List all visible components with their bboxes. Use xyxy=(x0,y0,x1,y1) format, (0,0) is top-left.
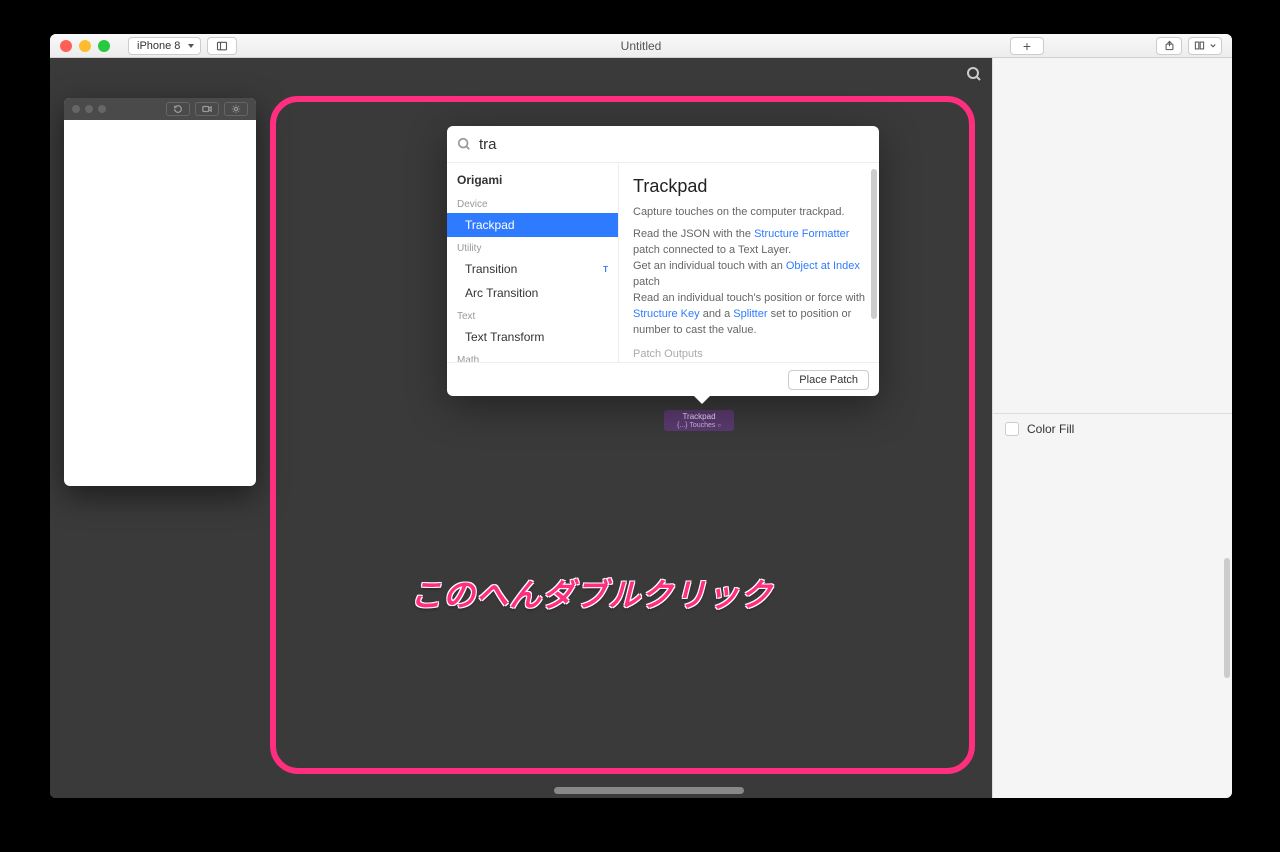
maximize-icon[interactable] xyxy=(98,40,110,52)
patch-node-title: Trackpad xyxy=(668,412,730,421)
patch-group-label: Utility xyxy=(447,237,618,257)
horizontal-scrollbar[interactable] xyxy=(554,787,744,794)
patch-list: Origami Device Trackpad Utility Transiti… xyxy=(447,163,619,362)
link-splitter[interactable]: Splitter xyxy=(733,308,767,320)
inspector-color-fill[interactable]: Color Fill xyxy=(993,414,1232,444)
viewer-restart-button[interactable] xyxy=(166,102,190,116)
canvas-search-icon[interactable] xyxy=(966,66,982,82)
search-input[interactable] xyxy=(479,136,869,153)
device-select-label: iPhone 8 xyxy=(137,40,180,52)
canvas[interactable]: このへんダブルクリック Trackpad {...} Touches Origa… xyxy=(50,58,992,798)
inspector-panel: Color Fill xyxy=(992,58,1232,798)
minimize-icon[interactable] xyxy=(79,40,91,52)
patch-node-output: {...} Touches xyxy=(668,422,730,429)
toolbar: iPhone 8 Untitled + xyxy=(50,34,1232,58)
patch-list-header: Origami xyxy=(447,167,618,193)
patch-group-label: Text xyxy=(447,305,618,325)
link-structure-key[interactable]: Structure Key xyxy=(633,308,700,320)
detail-summary: Capture touches on the computer trackpad… xyxy=(633,205,865,221)
detail-paragraph: Read the JSON with the Structure Formatt… xyxy=(633,227,865,339)
annotation-text: このへんダブルクリック xyxy=(410,570,773,616)
link-object-at-index[interactable]: Object at Index xyxy=(786,260,860,272)
viewer-dot-icon xyxy=(98,105,106,113)
viewer-dot-icon xyxy=(72,105,80,113)
app-window: iPhone 8 Untitled + xyxy=(50,34,1232,798)
scrollbar[interactable] xyxy=(871,169,877,319)
patch-group-label: Device xyxy=(447,193,618,213)
inspector-scrollbar[interactable] xyxy=(1224,558,1230,678)
search-icon xyxy=(457,137,471,151)
patch-item-arc-transition[interactable]: Arc Transition xyxy=(447,281,618,305)
viewer-settings-button[interactable] xyxy=(224,102,248,116)
shortcut-badge: T xyxy=(603,265,608,274)
view-mode-button[interactable] xyxy=(1188,37,1222,55)
outputs-label: Patch Outputs xyxy=(633,347,865,362)
inspector-label: Color Fill xyxy=(1027,422,1074,436)
detail-title: Trackpad xyxy=(633,173,865,199)
patch-item-trackpad[interactable]: Trackpad xyxy=(447,213,618,237)
close-icon[interactable] xyxy=(60,40,72,52)
viewer-toolbar xyxy=(64,98,256,120)
patch-search xyxy=(447,126,879,162)
patch-item-text-transform[interactable]: Text Transform xyxy=(447,325,618,349)
patch-library-popover: Origami Device Trackpad Utility Transiti… xyxy=(447,126,879,396)
viewer-window xyxy=(64,98,256,486)
link-structure-formatter[interactable]: Structure Formatter xyxy=(754,228,849,240)
body: このへんダブルクリック Trackpad {...} Touches Origa… xyxy=(50,58,1232,798)
patch-item-transition[interactable]: Transition T xyxy=(447,257,618,281)
popover-footer: Place Patch xyxy=(447,362,879,396)
device-select[interactable]: iPhone 8 xyxy=(128,37,201,55)
patch-detail: Trackpad Capture touches on the computer… xyxy=(619,163,879,362)
patch-node-trackpad[interactable]: Trackpad {...} Touches xyxy=(664,410,734,431)
traffic-lights xyxy=(60,40,110,52)
share-button[interactable] xyxy=(1156,37,1182,55)
add-button[interactable]: + xyxy=(1010,37,1044,55)
viewer-dot-icon xyxy=(85,105,93,113)
patch-group-label: Math xyxy=(447,349,618,362)
place-patch-button[interactable]: Place Patch xyxy=(788,370,869,390)
viewer-camera-button[interactable] xyxy=(195,102,219,116)
color-swatch-icon[interactable] xyxy=(1005,422,1019,436)
sidebar-toggle-button[interactable] xyxy=(207,37,237,55)
